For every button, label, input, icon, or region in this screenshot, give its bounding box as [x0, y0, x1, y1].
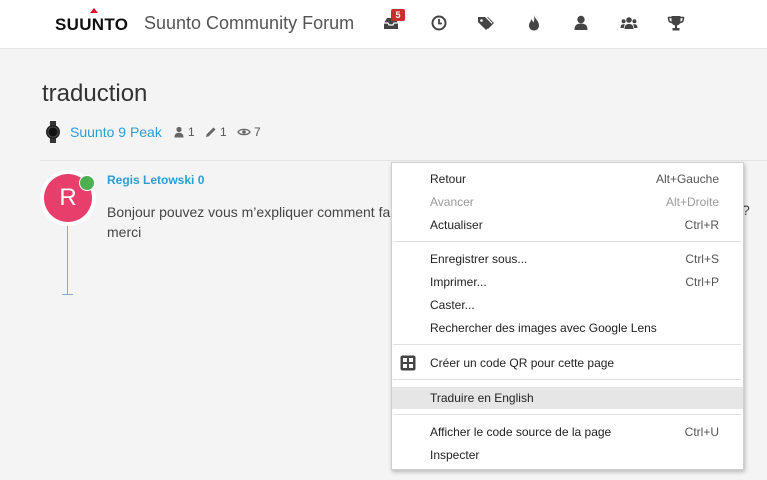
notification-badge: 5 — [391, 9, 405, 21]
trophy-icon[interactable] — [667, 14, 685, 32]
menu-item-qr-code[interactable]: Créer un code QR pour cette page — [392, 352, 743, 374]
posts-stat: 1 — [205, 125, 227, 139]
posters-stat: 1 — [173, 125, 195, 139]
menu-item-view-source[interactable]: Afficher le code source de la page Ctrl+… — [392, 421, 743, 443]
thread-line — [67, 226, 68, 294]
tags-icon[interactable] — [477, 14, 495, 32]
popular-fire-icon[interactable] — [525, 14, 543, 32]
menu-item-google-lens[interactable]: Rechercher des images avec Google Lens — [392, 317, 743, 339]
site-title[interactable]: Suunto Community Forum — [144, 13, 354, 34]
groups-icon[interactable] — [620, 14, 638, 32]
pencil-icon — [206, 127, 216, 137]
qr-code-icon — [400, 355, 416, 371]
topic-title: traduction — [42, 80, 148, 107]
menu-item-label: Enregistrer sous... — [430, 252, 528, 266]
menu-item-shortcut: Ctrl+R — [684, 218, 719, 232]
menu-separator — [393, 414, 741, 415]
posters-count: 1 — [188, 125, 195, 139]
menu-item-back[interactable]: Retour Alt+Gauche — [392, 168, 743, 190]
menu-item-cast[interactable]: Caster... — [392, 294, 743, 316]
menu-item-reload[interactable]: Actualiser Ctrl+R — [392, 214, 743, 236]
menu-item-shortcut: Alt+Droite — [665, 195, 719, 209]
browser-context-menu: Retour Alt+Gauche Avancer Alt+Droite Act… — [391, 162, 744, 470]
menu-item-forward[interactable]: Avancer Alt+Droite — [392, 191, 743, 213]
topic-divider — [40, 160, 767, 161]
menu-item-shortcut: Alt+Gauche — [655, 172, 719, 186]
menu-separator — [393, 241, 741, 242]
eye-icon — [237, 128, 251, 136]
thread-end-cap — [62, 294, 73, 295]
user-icon[interactable] — [572, 14, 590, 32]
menu-item-label: Retour — [430, 172, 467, 186]
category-link[interactable]: Suunto 9 Peak — [70, 124, 162, 140]
online-status-indicator — [79, 175, 95, 191]
logo-triangle — [90, 8, 98, 13]
menu-item-label: Caster... — [430, 298, 475, 312]
menu-item-inspect[interactable]: Inspecter — [392, 444, 743, 466]
menu-item-label: Avancer — [430, 195, 474, 209]
menu-item-label: Créer un code QR pour cette page — [430, 356, 615, 370]
menu-item-shortcut: Ctrl+S — [685, 252, 719, 266]
logo-wordmark: SUUNTO — [55, 15, 129, 34]
menu-item-label: Inspecter — [430, 448, 480, 462]
suunto-logo[interactable]: SUUNTO — [55, 8, 131, 36]
menu-item-save-as[interactable]: Enregistrer sous... Ctrl+S — [392, 248, 743, 270]
site-header: SUUNTO Suunto Community Forum 5 — [0, 0, 767, 49]
views-stat: 7 — [237, 125, 261, 139]
menu-item-shortcut: Ctrl+P — [685, 275, 719, 289]
menu-item-label: Imprimer... — [430, 275, 487, 289]
menu-separator — [393, 379, 741, 380]
recent-clock-icon[interactable] — [430, 14, 448, 32]
posts-count: 1 — [220, 125, 227, 139]
menu-separator — [393, 344, 741, 345]
menu-item-label: Afficher le code source de la page — [430, 425, 612, 439]
menu-item-label: Rechercher des images avec Google Lens — [430, 321, 657, 335]
views-count: 7 — [254, 125, 261, 139]
menu-item-shortcut: Ctrl+U — [684, 425, 719, 439]
menu-item-label: Actualiser — [430, 218, 483, 232]
menu-item-translate[interactable]: Traduire en English — [392, 387, 743, 409]
menu-item-label: Traduire en English — [430, 391, 534, 405]
menu-item-print[interactable]: Imprimer... Ctrl+P — [392, 271, 743, 293]
post-author[interactable]: Regis Letowski 0 — [107, 173, 204, 187]
watch-category-icon — [45, 121, 61, 143]
user-icon — [174, 126, 184, 138]
